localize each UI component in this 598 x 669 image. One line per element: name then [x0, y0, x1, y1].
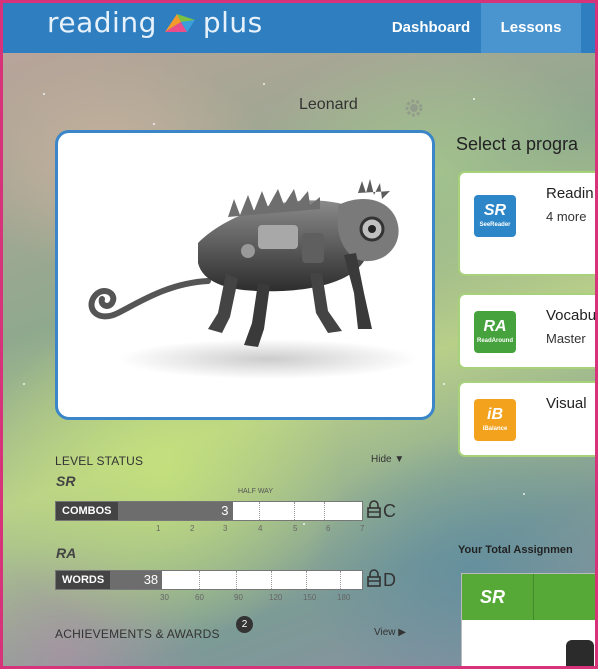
- assignments-table: SR: [461, 573, 595, 666]
- program-card-seereader[interactable]: SR SeeReader Readin 4 more: [458, 171, 595, 276]
- readaround-icon-caption: ReadAround: [477, 338, 513, 344]
- chevron-down-icon: ▼: [394, 454, 405, 465]
- total-assignments-heading: Your Total Assignmen: [458, 544, 573, 556]
- seereader-icon-caption: SeeReader: [479, 222, 511, 228]
- assignment-thumbnail: [566, 640, 594, 666]
- combos-tick: 7: [360, 524, 365, 533]
- level-status-title: LEVEL STATUS: [55, 454, 144, 468]
- words-grade: D: [367, 569, 396, 592]
- seereader-icon: SR SeeReader: [474, 195, 516, 237]
- combos-tick: 1: [156, 524, 161, 533]
- combos-grade: C: [367, 500, 396, 523]
- nav-overflow: [581, 3, 595, 53]
- logo-mark-icon: [161, 10, 199, 36]
- lock-icon: [367, 569, 381, 592]
- combos-tick: 3: [223, 524, 228, 533]
- program-title: Visual: [546, 395, 587, 412]
- seereader-icon-text: SR: [483, 202, 507, 219]
- words-tick: 30: [160, 593, 169, 602]
- readaround-level-logo: RA: [56, 545, 77, 561]
- words-tick: 90: [234, 593, 243, 602]
- words-label: WORDS: [56, 571, 111, 589]
- ibalance-icon: iB iBalance: [474, 399, 516, 441]
- words-value: 38: [143, 572, 159, 587]
- logo-text-left: reading: [47, 6, 157, 39]
- readaround-icon-text: RA: [483, 318, 507, 335]
- program-card-readaround[interactable]: RA ReadAround Vocabu Master: [458, 293, 597, 369]
- words-tick: 120: [269, 593, 283, 602]
- achievements-title: ACHIEVEMENTS & AWARDS: [55, 627, 220, 641]
- logo-text-right: plus: [202, 6, 263, 39]
- app-window: reading plus Dashboard Lessons Leonard L…: [0, 0, 598, 669]
- reading-plus-logo[interactable]: reading plus: [47, 6, 263, 39]
- username: Leonard: [299, 96, 358, 113]
- hide-label: Hide: [371, 454, 392, 465]
- gear-icon[interactable]: [403, 97, 425, 119]
- combos-tick: 4: [258, 524, 263, 533]
- view-achievements-link[interactable]: View ▶: [374, 627, 406, 638]
- avatar-card[interactable]: [55, 130, 435, 420]
- achievements-count-badge: 2: [236, 616, 253, 633]
- robot-chameleon-avatar-icon: [88, 179, 418, 379]
- select-program-heading: Select a progra: [456, 134, 579, 154]
- program-subtitle: Master: [546, 331, 586, 346]
- combos-label: COMBOS: [56, 502, 118, 520]
- view-label: View: [374, 627, 396, 638]
- assignments-table-header: SR: [462, 574, 595, 620]
- assignments-sr-column: SR: [462, 574, 534, 620]
- words-tick: 60: [195, 593, 204, 602]
- combos-fill: 3: [117, 502, 233, 520]
- combos-value: 3: [221, 503, 229, 518]
- lock-icon: [367, 500, 381, 523]
- program-title: Readin: [546, 185, 594, 202]
- ibalance-icon-text: iB: [487, 406, 503, 423]
- nav-dashboard[interactable]: Dashboard: [381, 3, 481, 53]
- combos-tick: 6: [326, 524, 331, 533]
- chevron-right-icon: ▶: [398, 627, 406, 638]
- nav-lessons[interactable]: Lessons: [481, 3, 581, 53]
- combos-grade-letter: C: [383, 501, 396, 521]
- words-grade-letter: D: [383, 570, 396, 590]
- combos-tick: 2: [190, 524, 195, 533]
- readaround-icon: RA ReadAround: [474, 311, 516, 353]
- seereader-level-logo: SR: [56, 473, 76, 489]
- top-navigation-bar: reading plus Dashboard Lessons: [3, 3, 595, 53]
- program-card-ibalance[interactable]: iB iBalance Visual: [458, 381, 595, 457]
- words-fill: 38: [110, 571, 163, 589]
- words-progress-bar: WORDS 38: [55, 570, 363, 590]
- ibalance-icon-caption: iBalance: [482, 426, 508, 432]
- program-title: Vocabu: [546, 307, 597, 324]
- program-subtitle: 4 more: [546, 209, 587, 224]
- words-tick: 180: [337, 593, 351, 602]
- hide-level-status-link[interactable]: Hide ▼: [371, 454, 404, 465]
- halfway-label: HALF WAY: [238, 488, 274, 495]
- combos-progress-bar: COMBOS 3: [55, 501, 363, 521]
- combos-tick: 5: [293, 524, 298, 533]
- words-tick: 150: [303, 593, 317, 602]
